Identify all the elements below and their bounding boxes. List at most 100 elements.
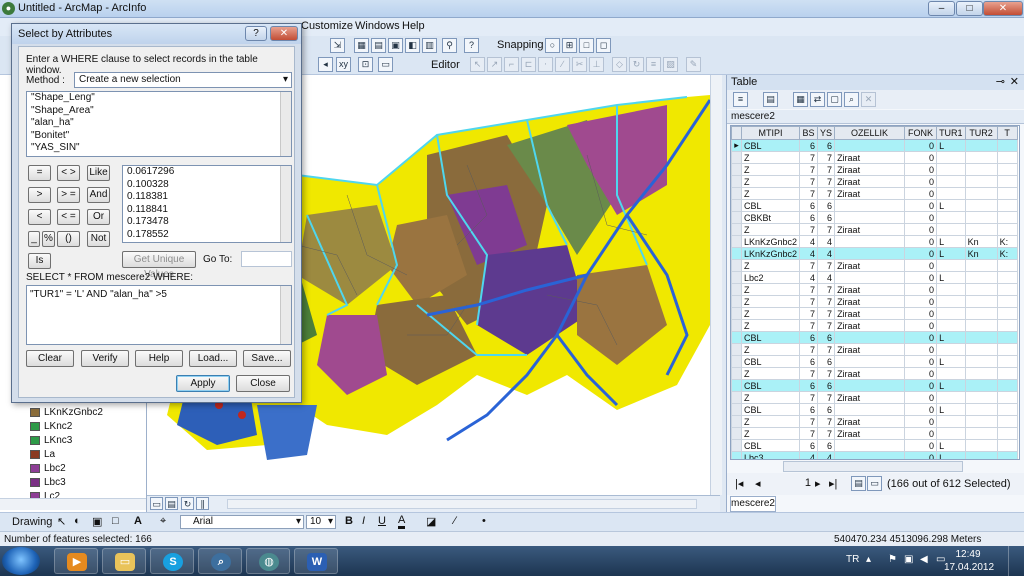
- taskbar-search[interactable]: ⌕: [198, 548, 242, 574]
- row-selector[interactable]: [731, 367, 742, 380]
- row-selector[interactable]: [731, 439, 742, 452]
- fill-color-icon[interactable]: ◪: [426, 515, 436, 528]
- table-cell[interactable]: [996, 427, 1018, 440]
- greater-equal-button[interactable]: > =: [57, 187, 80, 203]
- table-cell[interactable]: [996, 319, 1018, 332]
- less-than-button[interactable]: <: [28, 209, 51, 225]
- table-cell[interactable]: Kn: [964, 247, 998, 260]
- table-cell[interactable]: [996, 259, 1018, 272]
- rectangle-icon[interactable]: □: [112, 515, 119, 527]
- table-cell[interactable]: L: [936, 235, 966, 248]
- table-cell[interactable]: 0: [904, 307, 938, 320]
- table-cell[interactable]: [834, 379, 906, 392]
- field-item[interactable]: "Shape_Leng": [27, 92, 291, 105]
- table-cell[interactable]: Z: [740, 367, 801, 380]
- column-header[interactable]: TUR1: [936, 126, 966, 140]
- table-cell[interactable]: [834, 199, 906, 212]
- table-cell[interactable]: 7: [799, 295, 819, 308]
- table-cell[interactable]: [964, 319, 998, 332]
- table-cell[interactable]: [996, 163, 1018, 176]
- refresh-icon[interactable]: ↻: [181, 497, 194, 510]
- table-cell[interactable]: CBL: [740, 199, 801, 212]
- marker-color-icon[interactable]: •: [482, 515, 486, 527]
- row-selector[interactable]: [731, 283, 742, 296]
- table-cell[interactable]: Ziraat: [834, 295, 906, 308]
- table-cell[interactable]: 6: [817, 139, 836, 152]
- pause-drawing-icon[interactable]: ∥: [196, 497, 209, 510]
- table-row[interactable]: Z 7 7 Ziraat 0: [731, 415, 1018, 428]
- table-cell[interactable]: 0: [904, 319, 938, 332]
- table-row[interactable]: Z 7 7 Ziraat 0: [731, 427, 1018, 440]
- table-cell[interactable]: [936, 211, 966, 224]
- table-cell[interactable]: [936, 187, 966, 200]
- table-cell[interactable]: 7: [799, 175, 819, 188]
- table-cell[interactable]: 6: [817, 439, 836, 452]
- value-item[interactable]: 0.118841: [123, 204, 291, 217]
- table-cell[interactable]: 0: [904, 403, 938, 416]
- table-cell[interactable]: [834, 331, 906, 344]
- fields-list[interactable]: "Shape_Leng" "Shape_Area" "alan_ha" "Bon…: [26, 91, 292, 157]
- table-cell[interactable]: [996, 379, 1018, 392]
- table-row[interactable]: Z 7 7 Ziraat 0: [731, 283, 1018, 296]
- font-size-dropdown[interactable]: 10 ▾: [306, 515, 336, 529]
- is-button[interactable]: Is: [28, 253, 51, 269]
- table-cell[interactable]: [936, 175, 966, 188]
- layout-view-icon[interactable]: ▤: [165, 497, 178, 510]
- table-cell[interactable]: Z: [740, 163, 801, 176]
- help-pointer-icon[interactable]: ?: [464, 38, 479, 53]
- table-cell[interactable]: 0: [904, 331, 938, 344]
- table-cell[interactable]: L: [936, 139, 966, 152]
- select-by-attributes-icon[interactable]: ▦: [793, 92, 808, 107]
- table-cell[interactable]: Z: [740, 307, 801, 320]
- table-cell[interactable]: [964, 307, 998, 320]
- table-cell[interactable]: 0: [904, 391, 938, 404]
- table-cell[interactable]: [936, 259, 966, 272]
- table-cell[interactable]: 7: [817, 367, 836, 380]
- table-cell[interactable]: Ziraat: [834, 391, 906, 404]
- table-cell[interactable]: [996, 223, 1018, 236]
- table-cell[interactable]: 0: [904, 199, 938, 212]
- data-view-icon[interactable]: ▭: [150, 497, 163, 510]
- apply-button[interactable]: Apply: [176, 375, 230, 392]
- table-cell[interactable]: [996, 211, 1018, 224]
- toc-horizontal-scrollbar[interactable]: [0, 498, 146, 510]
- table-cell[interactable]: Ziraat: [834, 187, 906, 200]
- parentheses-button[interactable]: (): [57, 231, 80, 247]
- table-cell[interactable]: 0: [904, 367, 938, 380]
- percent-button[interactable]: %: [42, 231, 55, 247]
- table-cell[interactable]: 7: [799, 259, 819, 272]
- table-cell[interactable]: 4: [817, 271, 836, 284]
- catalog-icon[interactable]: ▣: [388, 38, 403, 53]
- table-row[interactable]: CBKBt 6 6 0: [731, 211, 1018, 224]
- table-cell[interactable]: 4: [799, 247, 819, 260]
- clear-button[interactable]: Clear: [26, 350, 74, 367]
- table-cell[interactable]: [936, 343, 966, 356]
- goto-input[interactable]: [241, 251, 292, 267]
- table-cell[interactable]: 6: [799, 355, 819, 368]
- table-cell[interactable]: 7: [799, 283, 819, 296]
- table-cell[interactable]: 7: [799, 307, 819, 320]
- column-header[interactable]: YS: [817, 126, 836, 140]
- table-cell[interactable]: 4: [817, 451, 836, 459]
- table-cell[interactable]: 7: [799, 343, 819, 356]
- row-selector[interactable]: [731, 403, 742, 416]
- table-cell[interactable]: [936, 319, 966, 332]
- help-button[interactable]: Help: [135, 350, 183, 367]
- table-cell[interactable]: [834, 247, 906, 260]
- new-text-icon[interactable]: A: [134, 515, 142, 527]
- table-cell[interactable]: [996, 187, 1018, 200]
- table-cell[interactable]: [964, 403, 998, 416]
- taskbar-arcmap[interactable]: ◍: [246, 548, 290, 574]
- table-cell[interactable]: Z: [740, 187, 801, 200]
- table-cell[interactable]: Z: [740, 151, 801, 164]
- table-cell[interactable]: [996, 367, 1018, 380]
- attribute-table-grid[interactable]: MTIPI BS YS OZELLIK FONK TUR1 TUR2 T ▸ CBL 6 6 0 L Z 7…: [730, 125, 1020, 460]
- table-cell[interactable]: Ziraat: [834, 175, 906, 188]
- table-cell[interactable]: Z: [740, 427, 801, 440]
- table-cell[interactable]: [964, 271, 998, 284]
- table-cell[interactable]: 0: [904, 283, 938, 296]
- table-cell[interactable]: 6: [817, 379, 836, 392]
- table-icon[interactable]: ▦: [354, 38, 369, 53]
- select-elements-arrow-icon[interactable]: ↖: [57, 515, 66, 528]
- table-cell[interactable]: 6: [817, 199, 836, 212]
